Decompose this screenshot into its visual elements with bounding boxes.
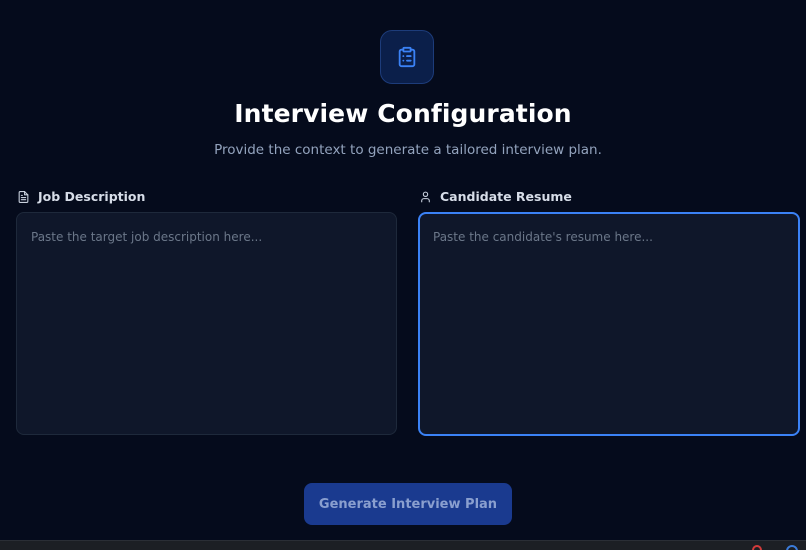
generate-interview-plan-button[interactable]: Generate Interview Plan [304,483,512,525]
interview-config-page: Interview Configuration Provide the cont… [0,0,806,550]
user-icon [419,190,432,204]
page-subtitle: Provide the context to generate a tailor… [214,142,602,158]
candidate-resume-label-text: Candidate Resume [440,189,572,204]
job-description-label-text: Job Description [38,189,146,204]
file-text-icon [17,190,30,204]
job-description-label: Job Description [17,189,145,204]
tray-status-icon[interactable] [752,545,762,550]
taskbar [0,540,806,550]
page-title: Interview Configuration [234,99,572,128]
clipboard-list-icon [380,30,434,84]
tray-app-icon[interactable] [786,545,798,550]
job-description-input[interactable] [16,212,397,435]
candidate-resume-input[interactable] [418,212,800,436]
candidate-resume-label: Candidate Resume [419,189,572,204]
